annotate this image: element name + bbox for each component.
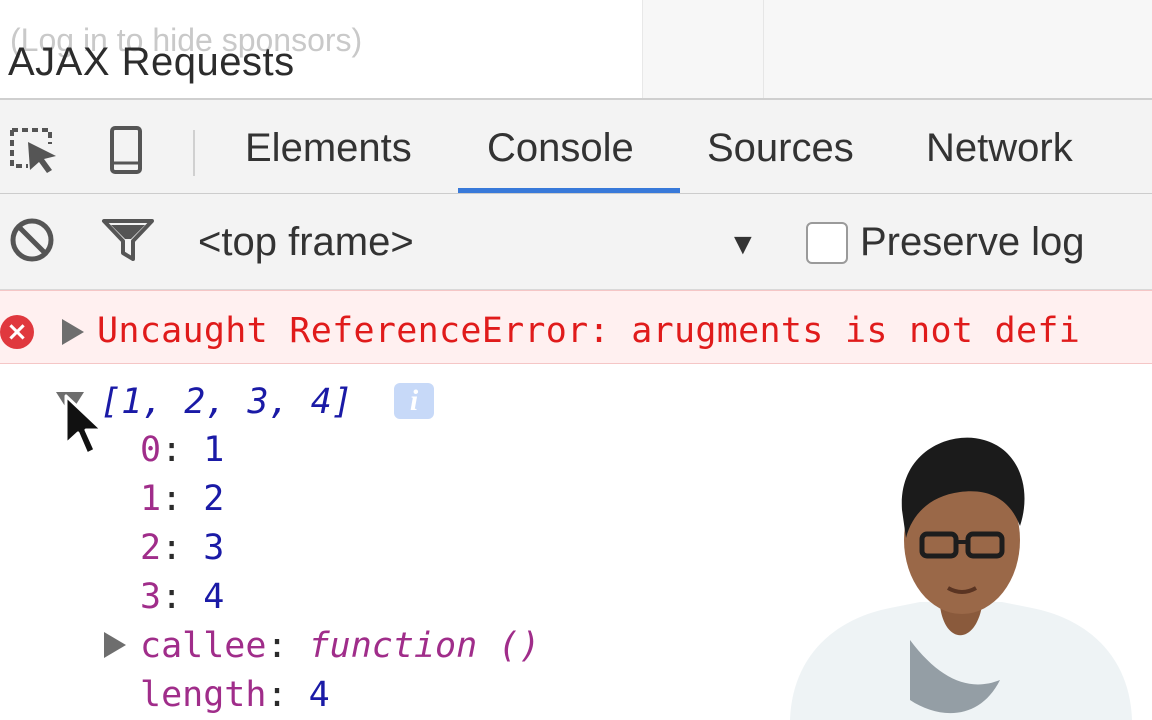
prop-key: 3: [140, 577, 162, 617]
prop-key: 1: [140, 479, 162, 519]
callee-property[interactable]: callee: function (): [140, 626, 540, 666]
prop-separator: :: [266, 626, 309, 666]
panel-divider: [763, 0, 764, 98]
console-toolbar: <top frame> ▼ Preserve log: [0, 194, 1152, 290]
tab-elements[interactable]: Elements: [245, 126, 412, 171]
tab-network[interactable]: Network: [926, 126, 1073, 171]
preserve-log-label[interactable]: Preserve log: [860, 220, 1085, 265]
prop-value: 4: [308, 675, 330, 715]
tab-console[interactable]: Console: [487, 126, 634, 171]
context-selector[interactable]: <top frame>: [198, 220, 414, 265]
error-message-row[interactable]: × Uncaught ReferenceError: arugments is …: [0, 290, 1152, 364]
chevron-down-icon[interactable]: ▼: [728, 228, 758, 262]
prop-value: 4: [203, 577, 225, 617]
array-summary[interactable]: [1, 2, 3, 4]: [100, 382, 353, 422]
active-tab-indicator: [458, 188, 680, 193]
prop-key: callee: [140, 626, 267, 666]
expand-arrow-icon[interactable]: [62, 319, 84, 345]
info-icon[interactable]: i: [394, 383, 434, 419]
array-item: 1: 2: [140, 479, 224, 519]
expand-arrow-icon[interactable]: [104, 632, 126, 658]
page-side-panel: [642, 0, 1152, 98]
prop-key: 2: [140, 528, 162, 568]
error-message-text: Uncaught ReferenceError: arugments is no…: [97, 311, 1081, 351]
prop-separator: :: [161, 528, 204, 568]
array-item: 2: 3: [140, 528, 224, 568]
prop-key: length: [140, 675, 267, 715]
prop-value: 3: [203, 528, 225, 568]
prop-separator: :: [161, 479, 204, 519]
mouse-cursor-icon: [64, 394, 104, 456]
prop-key: 0: [140, 430, 162, 470]
array-item: 3: 4: [140, 577, 224, 617]
device-toolbar-icon[interactable]: [98, 124, 154, 176]
devtools-tabbar: Elements Console Sources Network: [0, 98, 1152, 194]
preserve-log-checkbox[interactable]: [806, 222, 848, 264]
prop-value: 2: [203, 479, 225, 519]
array-item: 0: 1: [140, 430, 224, 470]
toolbar-separator: [193, 130, 195, 176]
length-property: length: 4: [140, 675, 330, 715]
presenter-video-overlay: [790, 437, 1132, 720]
error-icon: ×: [0, 315, 34, 349]
filter-icon[interactable]: [100, 214, 156, 266]
prop-separator: :: [161, 430, 204, 470]
prop-separator: :: [266, 675, 309, 715]
page-title: AJAX Requests: [8, 40, 295, 84]
page-header: (Log in to hide sponsors) AJAX Requests: [0, 0, 1152, 98]
prop-separator: :: [161, 577, 204, 617]
tab-sources[interactable]: Sources: [707, 126, 854, 171]
inspect-element-icon[interactable]: [6, 124, 62, 176]
clear-console-icon[interactable]: [4, 214, 60, 266]
prop-value: 1: [203, 430, 225, 470]
prop-value: function (): [308, 626, 541, 666]
